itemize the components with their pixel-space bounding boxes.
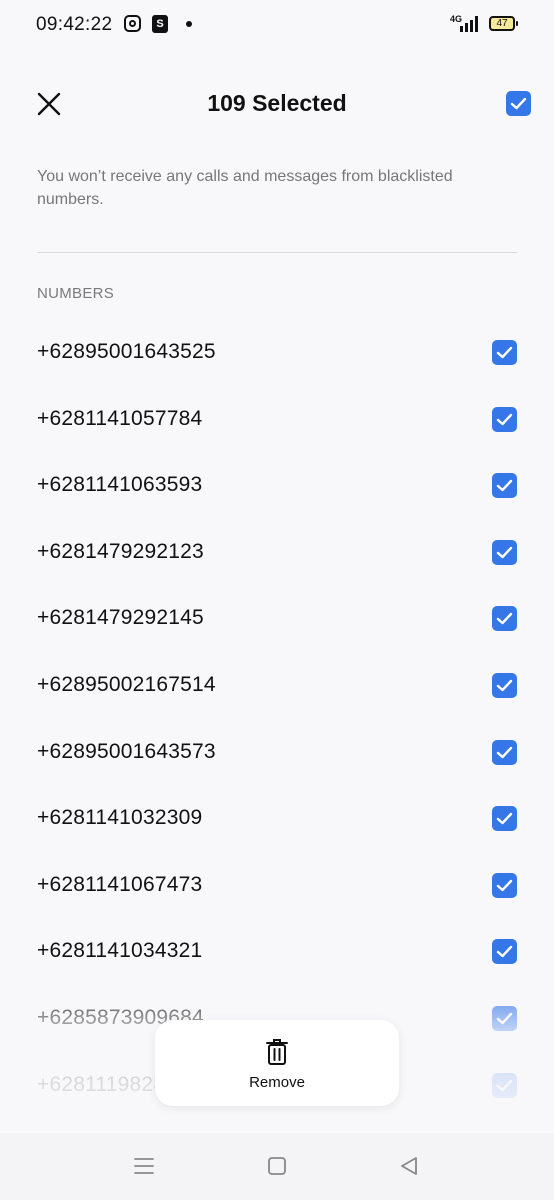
row-checkbox[interactable] — [492, 406, 517, 432]
phone-number: +6281479292145 — [37, 606, 204, 630]
row-checkbox[interactable] — [492, 1072, 517, 1098]
row-checkbox[interactable] — [492, 539, 517, 565]
section-label-numbers: NUMBERS — [37, 285, 115, 302]
phone-number: +6281141067473 — [37, 872, 203, 896]
menu-icon[interactable] — [131, 1153, 157, 1179]
checkmark-icon — [496, 812, 513, 825]
number-row[interactable]: +6281479292145 — [0, 586, 554, 653]
row-checkbox[interactable] — [492, 606, 517, 632]
instagram-icon — [124, 15, 141, 32]
row-checkbox[interactable] — [492, 672, 517, 698]
phone-number: +6281141034321 — [37, 939, 203, 963]
divider — [37, 252, 517, 253]
row-checkbox[interactable] — [492, 340, 517, 365]
home-icon[interactable] — [264, 1153, 290, 1179]
checkmark-icon — [496, 1079, 513, 1091]
phone-number: +6281119828 — [37, 1072, 166, 1096]
remove-button[interactable]: Remove — [155, 1020, 399, 1106]
checkmark-icon — [496, 346, 513, 359]
number-row[interactable]: +6281141057784 — [0, 387, 554, 454]
row-checkbox[interactable] — [492, 473, 517, 499]
back-icon[interactable] — [396, 1153, 422, 1179]
number-list[interactable]: +62895001643525 +6281141057784 +6281141063… — [0, 320, 554, 1100]
checkmark-icon — [496, 746, 513, 758]
checkmark-icon — [496, 679, 513, 692]
row-checkbox[interactable] — [492, 1005, 517, 1031]
phone-number: +6281141057784 — [37, 406, 203, 430]
page-title: 109 Selected — [207, 90, 347, 116]
checkmark-icon — [496, 479, 513, 492]
number-row[interactable]: +62895001643573 — [0, 720, 554, 787]
row-checkbox[interactable] — [492, 872, 517, 898]
phone-number: +6281141063593 — [37, 473, 203, 497]
trash-icon — [266, 1039, 288, 1065]
checkmark-icon — [496, 413, 513, 425]
number-row[interactable]: +6281141034321 — [0, 919, 554, 986]
notification-dot-icon — [186, 21, 192, 27]
row-checkbox[interactable] — [492, 806, 517, 832]
navigation-bar — [0, 1133, 554, 1200]
phone-number: +62895002167514 — [37, 672, 216, 696]
checkmark-icon — [496, 613, 513, 625]
number-row[interactable]: +62895001643525 — [0, 320, 554, 387]
status-bar: 09:42:22 S 4G 47 — [0, 0, 554, 50]
select-all-checkbox[interactable] — [506, 91, 531, 116]
phone-number: +6281479292123 — [37, 539, 204, 563]
checkbox-checked-icon — [506, 91, 531, 116]
battery-icon: 47 — [489, 16, 518, 31]
shopee-icon: S — [152, 15, 168, 33]
signal-icon — [460, 16, 478, 32]
status-time: 09:42:22 — [36, 14, 113, 35]
number-row[interactable]: +6281141067473 — [0, 853, 554, 920]
number-row[interactable]: +6281141032309 — [0, 786, 554, 853]
checkmark-icon — [496, 879, 513, 891]
row-checkbox[interactable] — [492, 939, 517, 965]
checkmark-icon — [496, 946, 513, 958]
checkmark-icon — [496, 546, 513, 558]
number-row[interactable]: +62895002167514 — [0, 653, 554, 720]
phone-number: +6281141032309 — [37, 806, 203, 830]
phone-number: +62895001643573 — [37, 739, 216, 763]
number-row[interactable]: +6281479292123 — [0, 520, 554, 587]
blacklist-description: You won’t receive any calls and messages… — [37, 168, 453, 208]
number-row[interactable]: +6281141063593 — [0, 453, 554, 520]
phone-number: +62895001643525 — [37, 340, 216, 363]
row-checkbox[interactable] — [492, 739, 517, 765]
checkmark-icon — [496, 1012, 513, 1025]
remove-label: Remove — [249, 1074, 305, 1091]
